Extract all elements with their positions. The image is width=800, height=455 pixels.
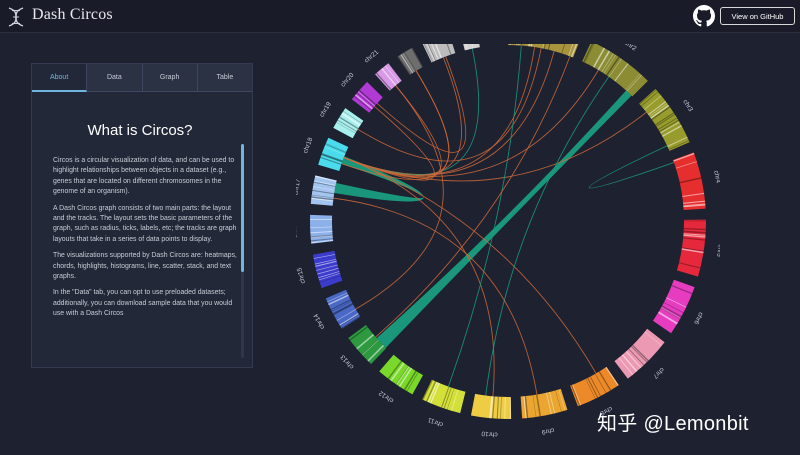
chromosome-chr10[interactable]: chr10 — [470, 393, 512, 438]
chromosome-label: chr16 — [296, 221, 299, 238]
watermark: 知乎 @Lemonbit — [597, 413, 749, 435]
ideogram-arc[interactable] — [459, 44, 480, 51]
about-paragraph: The visualizations supported by Dash Cir… — [53, 252, 237, 281]
about-heading: What is Circos? — [87, 122, 193, 139]
about-paragraph: In the "Data" tab, you can opt to use pr… — [53, 289, 233, 318]
tab-graph[interactable]: Graph — [142, 64, 198, 92]
chromosome-chr4[interactable]: chr4 — [673, 152, 720, 210]
about-paragraph: Circos is a circular visualization of da… — [53, 157, 235, 196]
chord-line[interactable] — [343, 69, 599, 177]
chromosome-label: chr19 — [319, 101, 334, 119]
chord-line[interactable] — [357, 48, 542, 162]
chromosome-label: chr2 — [623, 44, 638, 53]
github-icon[interactable] — [693, 5, 715, 27]
tab-bar: About Data Graph Table — [32, 64, 252, 92]
chord-line[interactable] — [588, 145, 675, 189]
tab-table[interactable]: Table — [197, 64, 252, 92]
chromosome-label: chr9 — [541, 426, 555, 435]
circos-graph[interactable]: chr1chr2chr3chr4chr5chr6chr7chr8chr9chr1… — [296, 44, 720, 455]
chromosome-label: chr6 — [692, 311, 704, 326]
ideogram-arc[interactable] — [582, 44, 648, 97]
ideogram-arc[interactable] — [652, 279, 695, 334]
chromosome-label: chr3 — [681, 99, 694, 114]
chromosome-label: chr15 — [296, 266, 307, 284]
chromosome-chr12[interactable]: chr12 — [377, 354, 424, 404]
chromosome-label: chr21 — [363, 49, 380, 65]
ideogram-arc[interactable] — [312, 250, 343, 289]
chromosome-chr3[interactable]: chr3 — [639, 88, 694, 151]
chromosome-label: chr10 — [481, 429, 498, 437]
chromosome-chr19[interactable]: chr19 — [319, 101, 364, 139]
chromosome-chr6[interactable]: chr6 — [652, 279, 704, 334]
chromosome-chr11[interactable]: chr11 — [422, 379, 466, 428]
chromosome-chrX[interactable]: chrX — [422, 44, 456, 63]
ideogram-arc[interactable] — [348, 325, 387, 365]
tab-about[interactable]: About — [32, 64, 88, 92]
chromosome-chr15[interactable]: chr15 — [296, 250, 343, 289]
chromosome-label: chr12 — [377, 389, 395, 404]
chromosome-chr14[interactable]: chr14 — [312, 289, 361, 330]
chromosome-label: chr17 — [296, 178, 302, 196]
tab-data[interactable]: Data — [87, 64, 143, 92]
chromosome-label: chr20 — [340, 71, 356, 88]
chromosome-chr9[interactable]: chr9 — [520, 388, 568, 436]
chromosome-chr16[interactable]: chr16 — [296, 214, 334, 244]
chromosome-label: chr14 — [312, 312, 326, 330]
ideogram-arc[interactable] — [676, 219, 706, 277]
about-text: Circos is a circular visualization of da… — [53, 156, 239, 364]
chromosome-chr2[interactable]: chr2 — [582, 44, 648, 97]
chromosome-chr20[interactable]: chr20 — [340, 71, 383, 113]
chromosome-chr18[interactable]: chr18 — [302, 136, 349, 171]
chord-line[interactable] — [343, 46, 536, 175]
chromosome-chr5[interactable]: chr5 — [676, 219, 720, 277]
chromosome-chr13[interactable]: chr13 — [339, 325, 387, 370]
view-on-github-button[interactable]: View on GitHub — [720, 7, 795, 25]
chromosome-label: chr22 — [388, 44, 406, 46]
chromosome-label: chr11 — [427, 416, 445, 428]
about-content: What is Circos? Circos is a circular vis… — [32, 92, 252, 367]
about-paragraph: A Dash Circos graph consists of two main… — [53, 204, 237, 243]
chromosome-label: chr4 — [712, 170, 720, 184]
chromosome-chr7[interactable]: chr7 — [614, 328, 665, 380]
chromosome-label: chr13 — [339, 353, 355, 370]
chord-ribbon[interactable] — [376, 90, 632, 348]
side-panel: About Data Graph Table What is Circos? C… — [31, 63, 253, 368]
chromosome-chr1[interactable]: chr1 — [508, 44, 581, 58]
chromosome-label: chr7 — [651, 366, 665, 380]
chord-line[interactable] — [343, 57, 462, 176]
chromosome-chrY[interactable]: chrY — [457, 44, 480, 51]
top-bar: Dash Circos View on GitHub — [0, 0, 800, 33]
chromosome-label: chr18 — [302, 136, 314, 154]
chromosome-chr17[interactable]: chr17 — [296, 175, 337, 206]
app-title: Dash Circos — [32, 6, 113, 23]
chromosome-label: chr5 — [715, 244, 720, 258]
dna-helix-icon — [8, 7, 24, 27]
chord-line[interactable] — [485, 76, 610, 396]
scrollbar-thumb[interactable] — [241, 144, 244, 272]
